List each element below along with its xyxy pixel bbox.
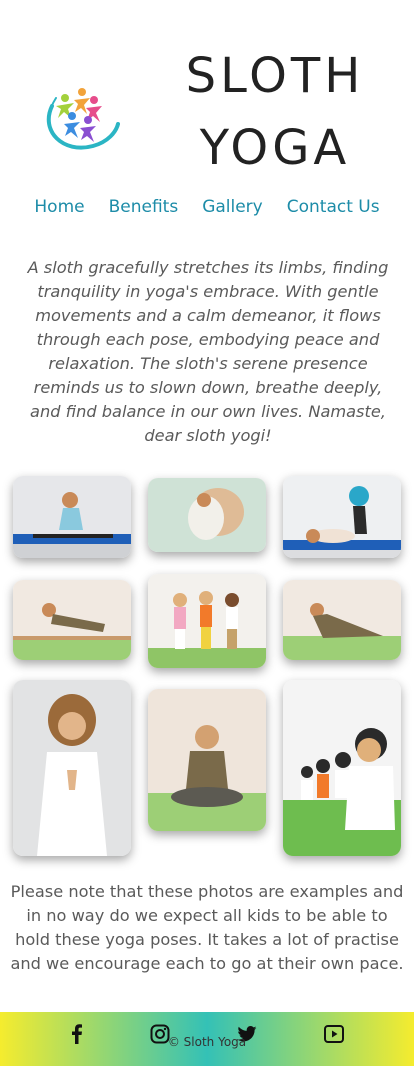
photo-child-ball-legs-up	[283, 476, 401, 558]
site-title-line-2: YOGA	[199, 120, 351, 176]
gallery-photo[interactable]	[148, 574, 266, 668]
gallery-photo[interactable]	[283, 680, 401, 856]
gallery-photo[interactable]	[148, 689, 266, 831]
site-title: SLOTH YOGA	[170, 40, 380, 184]
gallery-photo[interactable]	[283, 580, 401, 660]
photo-three-kids-tree-pose	[148, 574, 266, 668]
gallery-note: Please note that these photos are exampl…	[10, 882, 404, 973]
site-title-line-1: SLOTH	[185, 48, 365, 104]
photo-girl-namaste	[13, 680, 131, 856]
site-header: SLOTH YOGA	[0, 0, 414, 190]
photo-boy-cobra	[283, 580, 401, 660]
photo-boy-plank	[13, 580, 131, 660]
sloth-yoga-logo-icon[interactable]	[38, 76, 120, 156]
main-nav: Home Benefits Gallery Contact Us	[0, 195, 414, 219]
copyright-text: © Sloth Yoga	[167, 1035, 247, 1049]
nav-home[interactable]: Home	[34, 195, 84, 219]
nav-contact-us[interactable]: Contact Us	[287, 195, 380, 219]
photo-kids-row-meditating	[283, 680, 401, 856]
photo-girl-blurred-pose	[148, 478, 266, 552]
gallery-photo[interactable]	[148, 478, 266, 552]
nav-benefits[interactable]: Benefits	[109, 195, 179, 219]
gallery-photo[interactable]	[13, 680, 131, 856]
nav-gallery[interactable]: Gallery	[202, 195, 263, 219]
photo-boy-meditating	[148, 689, 266, 831]
gallery-photo[interactable]	[13, 580, 131, 660]
intro-paragraph: A sloth gracefully stretches its limbs, …	[27, 258, 389, 445]
gallery-photo[interactable]	[13, 476, 131, 558]
gallery-photo[interactable]	[283, 476, 401, 558]
photo-girl-split-stretch	[13, 476, 131, 558]
